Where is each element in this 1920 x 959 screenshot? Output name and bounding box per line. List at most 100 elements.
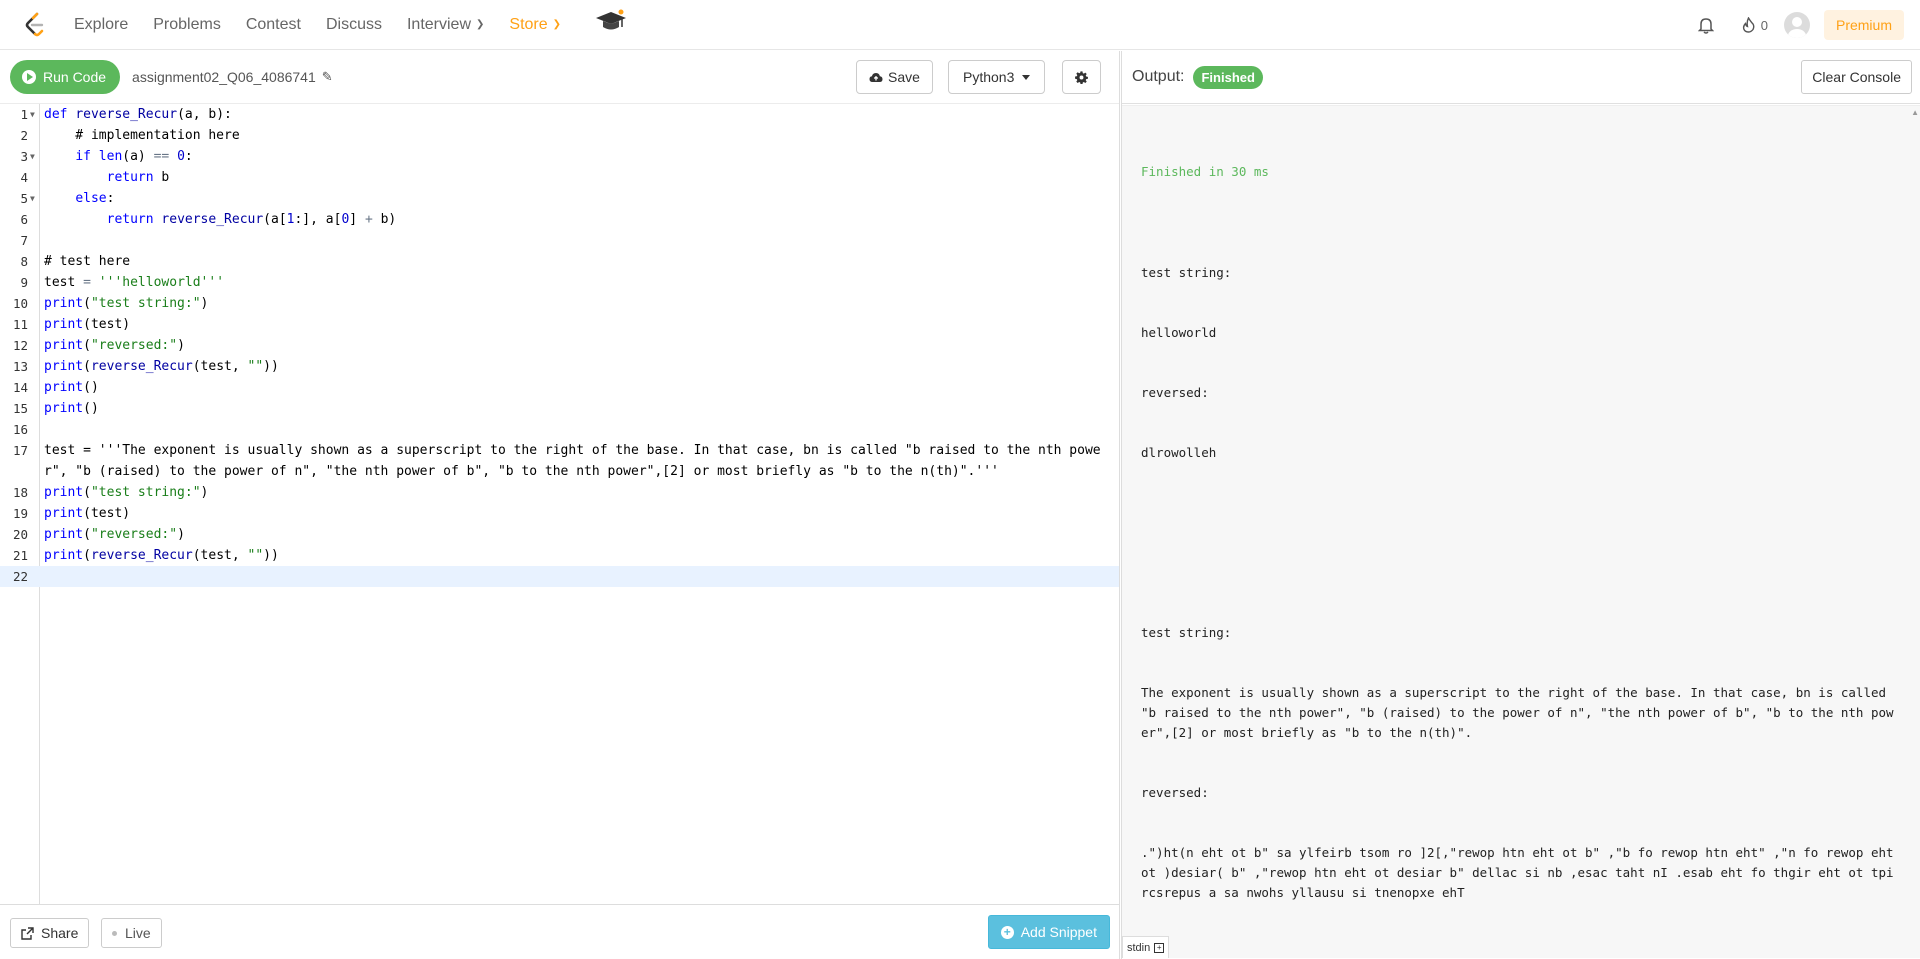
console-line: reversed: bbox=[1141, 785, 1209, 800]
nav-store[interactable]: Store ❯ bbox=[509, 16, 561, 34]
nav-interview[interactable]: Interview ❯ bbox=[407, 16, 484, 34]
console-line: .")ht(n eht ot b" sa ylfeirb tsom ro ]2[… bbox=[1141, 845, 1902, 900]
stdin-toggle[interactable]: stdin + bbox=[1122, 936, 1170, 958]
code-line-active[interactable]: 22 bbox=[0, 566, 1119, 587]
code-text: print("reversed:") bbox=[44, 527, 185, 542]
console-line: reversed: bbox=[1141, 385, 1209, 400]
code-line[interactable]: 9 test = '''helloworld''' bbox=[0, 272, 1119, 293]
console-line: test string: bbox=[1141, 265, 1232, 280]
language-label: Python3 bbox=[963, 69, 1015, 85]
save-label: Save bbox=[888, 69, 920, 85]
language-select[interactable]: Python3 bbox=[948, 60, 1046, 94]
console-text: Finished in 30 ms test string: helloworl… bbox=[1141, 122, 1901, 943]
output-console[interactable]: ▲ Finished in 30 ms test string: hellowo… bbox=[1122, 105, 1920, 958]
code-text: return reverse_Recur(a[1:], a[0] + b) bbox=[106, 212, 397, 227]
nav-problems[interactable]: Problems bbox=[153, 16, 221, 34]
code-line[interactable]: 4 return b bbox=[0, 167, 1119, 188]
line-number: 14 bbox=[12, 380, 28, 395]
code-line[interactable]: 7 bbox=[0, 230, 1119, 251]
code-line[interactable]: 14 print() bbox=[0, 377, 1119, 398]
add-snippet-button[interactable]: + Add Snippet bbox=[987, 915, 1110, 949]
graduation-cap-icon[interactable] bbox=[594, 8, 628, 41]
premium-button[interactable]: Premium bbox=[1823, 10, 1904, 40]
editor-panel: Run Code assignment02_Q06_4086741 ✎ Save… bbox=[0, 51, 1120, 959]
code-line[interactable]: 18 print("test string:") bbox=[0, 482, 1119, 503]
code-line[interactable]: 21 print(reverse_Recur(test, "")) bbox=[0, 545, 1119, 566]
code-editor[interactable]: 1 ▼ def reverse_Recur(a, b): 2 # implement… bbox=[0, 103, 1119, 956]
console-line: dlrowolleh bbox=[1141, 445, 1217, 460]
avatar[interactable] bbox=[1783, 12, 1810, 38]
scroll-up-icon[interactable]: ▲ bbox=[1911, 108, 1919, 117]
live-label: Live bbox=[125, 925, 151, 941]
line-number: 9 bbox=[20, 275, 28, 290]
live-button[interactable]: Live bbox=[101, 918, 162, 948]
nav-explore[interactable]: Explore bbox=[74, 16, 128, 34]
nav-contest[interactable]: Contest bbox=[246, 16, 301, 34]
output-panel: Output: Finished Clear Console ▲ Finishe… bbox=[1121, 51, 1920, 959]
code-line[interactable]: 20 print("reversed:") bbox=[0, 524, 1119, 545]
line-number: 16 bbox=[12, 422, 28, 437]
code-line[interactable]: 11 print(test) bbox=[0, 314, 1119, 335]
code-line[interactable]: 12 print("reversed:") bbox=[0, 335, 1119, 356]
line-number: 22 bbox=[12, 569, 28, 584]
leetcode-logo-icon[interactable] bbox=[20, 10, 50, 40]
plus-circle-icon: + bbox=[1000, 925, 1014, 939]
nav-interview-label: Interview bbox=[406, 15, 472, 33]
code-text: test = '''The exponent is usually shown … bbox=[44, 443, 1101, 479]
gear-icon bbox=[1075, 70, 1088, 84]
clear-console-button[interactable]: Clear Console bbox=[1801, 60, 1912, 94]
streak-counter[interactable]: 0 bbox=[1742, 17, 1768, 33]
code-line[interactable]: 6 return reverse_Recur(a[1:], a[0] + b) bbox=[0, 209, 1119, 230]
line-number: 12 bbox=[12, 338, 28, 353]
code-text: print("test string:") bbox=[44, 296, 209, 311]
console-line: The exponent is usually shown as a super… bbox=[1141, 685, 1894, 740]
code-line[interactable]: 13 print(reverse_Recur(test, "")) bbox=[0, 356, 1119, 377]
nav-discuss[interactable]: Discuss bbox=[326, 16, 382, 34]
console-line: test string: bbox=[1141, 625, 1232, 640]
save-button[interactable]: Save bbox=[856, 60, 933, 94]
line-number: 19 bbox=[12, 506, 28, 521]
editor-toolbar: Run Code assignment02_Q06_4086741 ✎ Save… bbox=[0, 51, 1119, 103]
expand-icon: + bbox=[1154, 942, 1165, 953]
settings-button[interactable] bbox=[1062, 60, 1101, 94]
code-line[interactable]: 5 ▼ else: bbox=[0, 188, 1119, 209]
code-text: if len(a) == 0: bbox=[75, 149, 193, 164]
code-text: # implementation here bbox=[44, 128, 240, 143]
code-text: print(reverse_Recur(test, "")) bbox=[44, 359, 279, 374]
add-snippet-label: Add Snippet bbox=[1020, 924, 1097, 940]
play-icon bbox=[22, 70, 36, 84]
code-lines: 1 ▼ def reverse_Recur(a, b): 2 # implement… bbox=[0, 104, 1119, 587]
code-line[interactable]: 3 ▼ if len(a) == 0: bbox=[0, 146, 1119, 167]
bell-icon[interactable] bbox=[1697, 17, 1714, 34]
code-text: print() bbox=[44, 380, 99, 395]
code-text: print(test) bbox=[44, 317, 131, 332]
code-text: print() bbox=[44, 401, 99, 416]
finished-time: Finished in 30 ms bbox=[1141, 164, 1269, 179]
share-button[interactable]: Share bbox=[10, 918, 90, 948]
code-line[interactable]: 19 print(test) bbox=[0, 503, 1119, 524]
code-text: test = '''helloworld''' bbox=[44, 275, 225, 290]
code-line[interactable]: 15 print() bbox=[0, 398, 1119, 419]
code-line[interactable]: 10 print("test string:") bbox=[0, 293, 1119, 314]
code-line[interactable]: 1 ▼ def reverse_Recur(a, b): bbox=[0, 104, 1119, 125]
cloud-upload-icon bbox=[869, 72, 883, 82]
line-number: 5 bbox=[20, 191, 28, 206]
console-line: helloworld bbox=[1141, 325, 1217, 340]
line-number: 21 bbox=[12, 548, 28, 563]
share-label: Share bbox=[41, 925, 79, 941]
fold-arrow-icon[interactable]: ▼ bbox=[30, 104, 35, 125]
fold-arrow-icon[interactable]: ▼ bbox=[30, 146, 35, 167]
fold-arrow-icon[interactable]: ▼ bbox=[30, 188, 35, 209]
line-number: 18 bbox=[12, 485, 28, 500]
code-line[interactable]: 8 # test here bbox=[0, 251, 1119, 272]
run-code-button[interactable]: Run Code bbox=[10, 60, 121, 94]
line-number: 8 bbox=[20, 254, 28, 269]
code-line[interactable]: 17 test = '''The exponent is usually show… bbox=[0, 440, 1119, 482]
pencil-icon[interactable]: ✎ bbox=[322, 69, 333, 85]
top-nav: Explore Problems Contest Discuss Intervi… bbox=[0, 0, 1920, 50]
code-line[interactable]: 2 # implementation here bbox=[0, 125, 1119, 146]
fire-icon bbox=[1742, 17, 1755, 33]
code-text: print(test) bbox=[44, 506, 131, 521]
code-line[interactable]: 16 bbox=[0, 419, 1119, 440]
